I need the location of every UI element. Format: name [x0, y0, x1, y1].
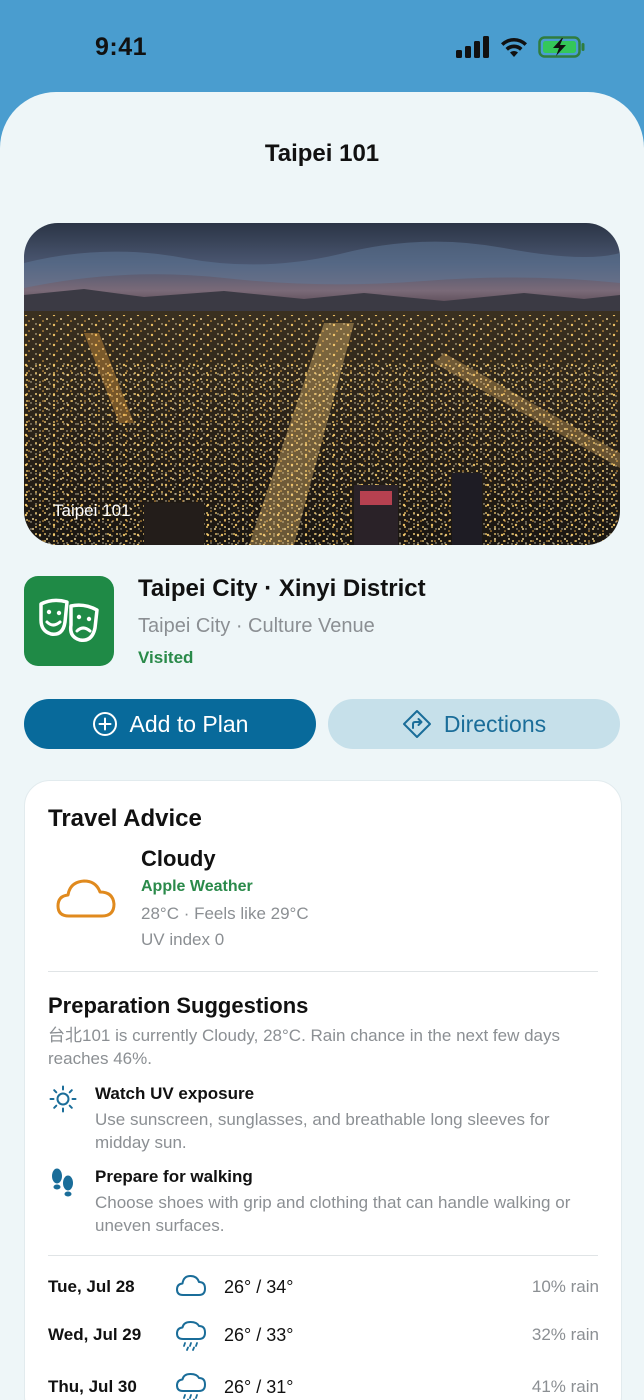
forecast-rain: 41% rain [531, 1377, 599, 1396]
forecast-day: Tue, Jul 28 [48, 1277, 135, 1296]
forecast-row: Wed, Jul 29 26° / 33° 32% rain [48, 1321, 599, 1351]
tip-description: Choose shoes with grip and clothing that… [95, 1193, 571, 1235]
tip-title: Watch UV exposure [95, 1084, 255, 1103]
hero-caption: Taipei 101 [53, 501, 131, 520]
cloud-drizzle-icon [176, 1373, 206, 1400]
cloud-icon [56, 879, 116, 918]
forecast-rain: 32% rain [531, 1325, 599, 1344]
tip-title: Prepare for walking [95, 1167, 253, 1186]
city-night-photo [24, 223, 620, 545]
forecast-row: Thu, Jul 30 26° / 31° 41% rain [48, 1373, 599, 1400]
weather-uv-index: UV index 0 [141, 930, 225, 949]
preparation-summary: 台北101 is currently Cloudy, 28°C. Rain ch… [48, 1026, 561, 1068]
visited-badge: Visited [138, 648, 194, 667]
hero-image[interactable]: Taipei 101 [24, 223, 620, 545]
sun-icon [49, 1085, 77, 1113]
travel-advice-card: Travel Advice Cloudy Apple Weather 28°C … [24, 780, 622, 1400]
status-icons [456, 36, 586, 58]
status-time: 9:41 [95, 33, 148, 61]
page-title: Taipei 101 [264, 140, 380, 167]
directions-diamond-icon [402, 710, 431, 738]
weather-condition: Cloudy [141, 846, 216, 871]
weather-temperature: 28°C · Feels like 29°C [141, 904, 309, 923]
cellular-signal-icon [456, 36, 489, 58]
forecast-row: Tue, Jul 28 26° / 34° 10% rain [48, 1273, 599, 1303]
cloud-icon [176, 1275, 206, 1296]
footprints-icon [52, 1168, 73, 1197]
add-to-plan-label: Add to Plan [129, 710, 249, 737]
preparation-title: Preparation Suggestions [48, 993, 309, 1018]
card-title: Travel Advice [48, 805, 202, 832]
cloud-drizzle-icon [176, 1321, 206, 1351]
tip-description: Use sunscreen, sunglasses, and breathabl… [95, 1110, 550, 1152]
forecast-day: Thu, Jul 30 [48, 1377, 137, 1396]
weather-source-link[interactable]: Apple Weather [141, 878, 253, 896]
forecast-day: Wed, Jul 29 [48, 1325, 142, 1344]
forecast-rain: 10% rain [531, 1277, 599, 1296]
directions-label: Directions [443, 710, 547, 737]
wifi-icon [501, 37, 527, 57]
divider [48, 1255, 598, 1256]
status-bar: 9:41 [0, 0, 644, 92]
forecast-temps: 26° / 34° [224, 1277, 294, 1297]
theater-masks-icon [24, 576, 114, 666]
forecast-temps: 26° / 33° [224, 1325, 294, 1345]
place-name: Taipei City · Xinyi District [138, 575, 426, 602]
detail-sheet: Taipei 101 Taipei 101 Taipei City · Xiny… [0, 92, 644, 1400]
plus-circle-icon [92, 712, 117, 736]
add-to-plan-button[interactable]: Add to Plan [24, 699, 316, 749]
divider [48, 971, 598, 972]
forecast-temps: 26° / 31° [224, 1377, 294, 1397]
battery-charging-icon [538, 36, 585, 58]
place-subtitle: Taipei City · Culture Venue [138, 615, 375, 637]
directions-button[interactable]: Directions [328, 699, 620, 749]
